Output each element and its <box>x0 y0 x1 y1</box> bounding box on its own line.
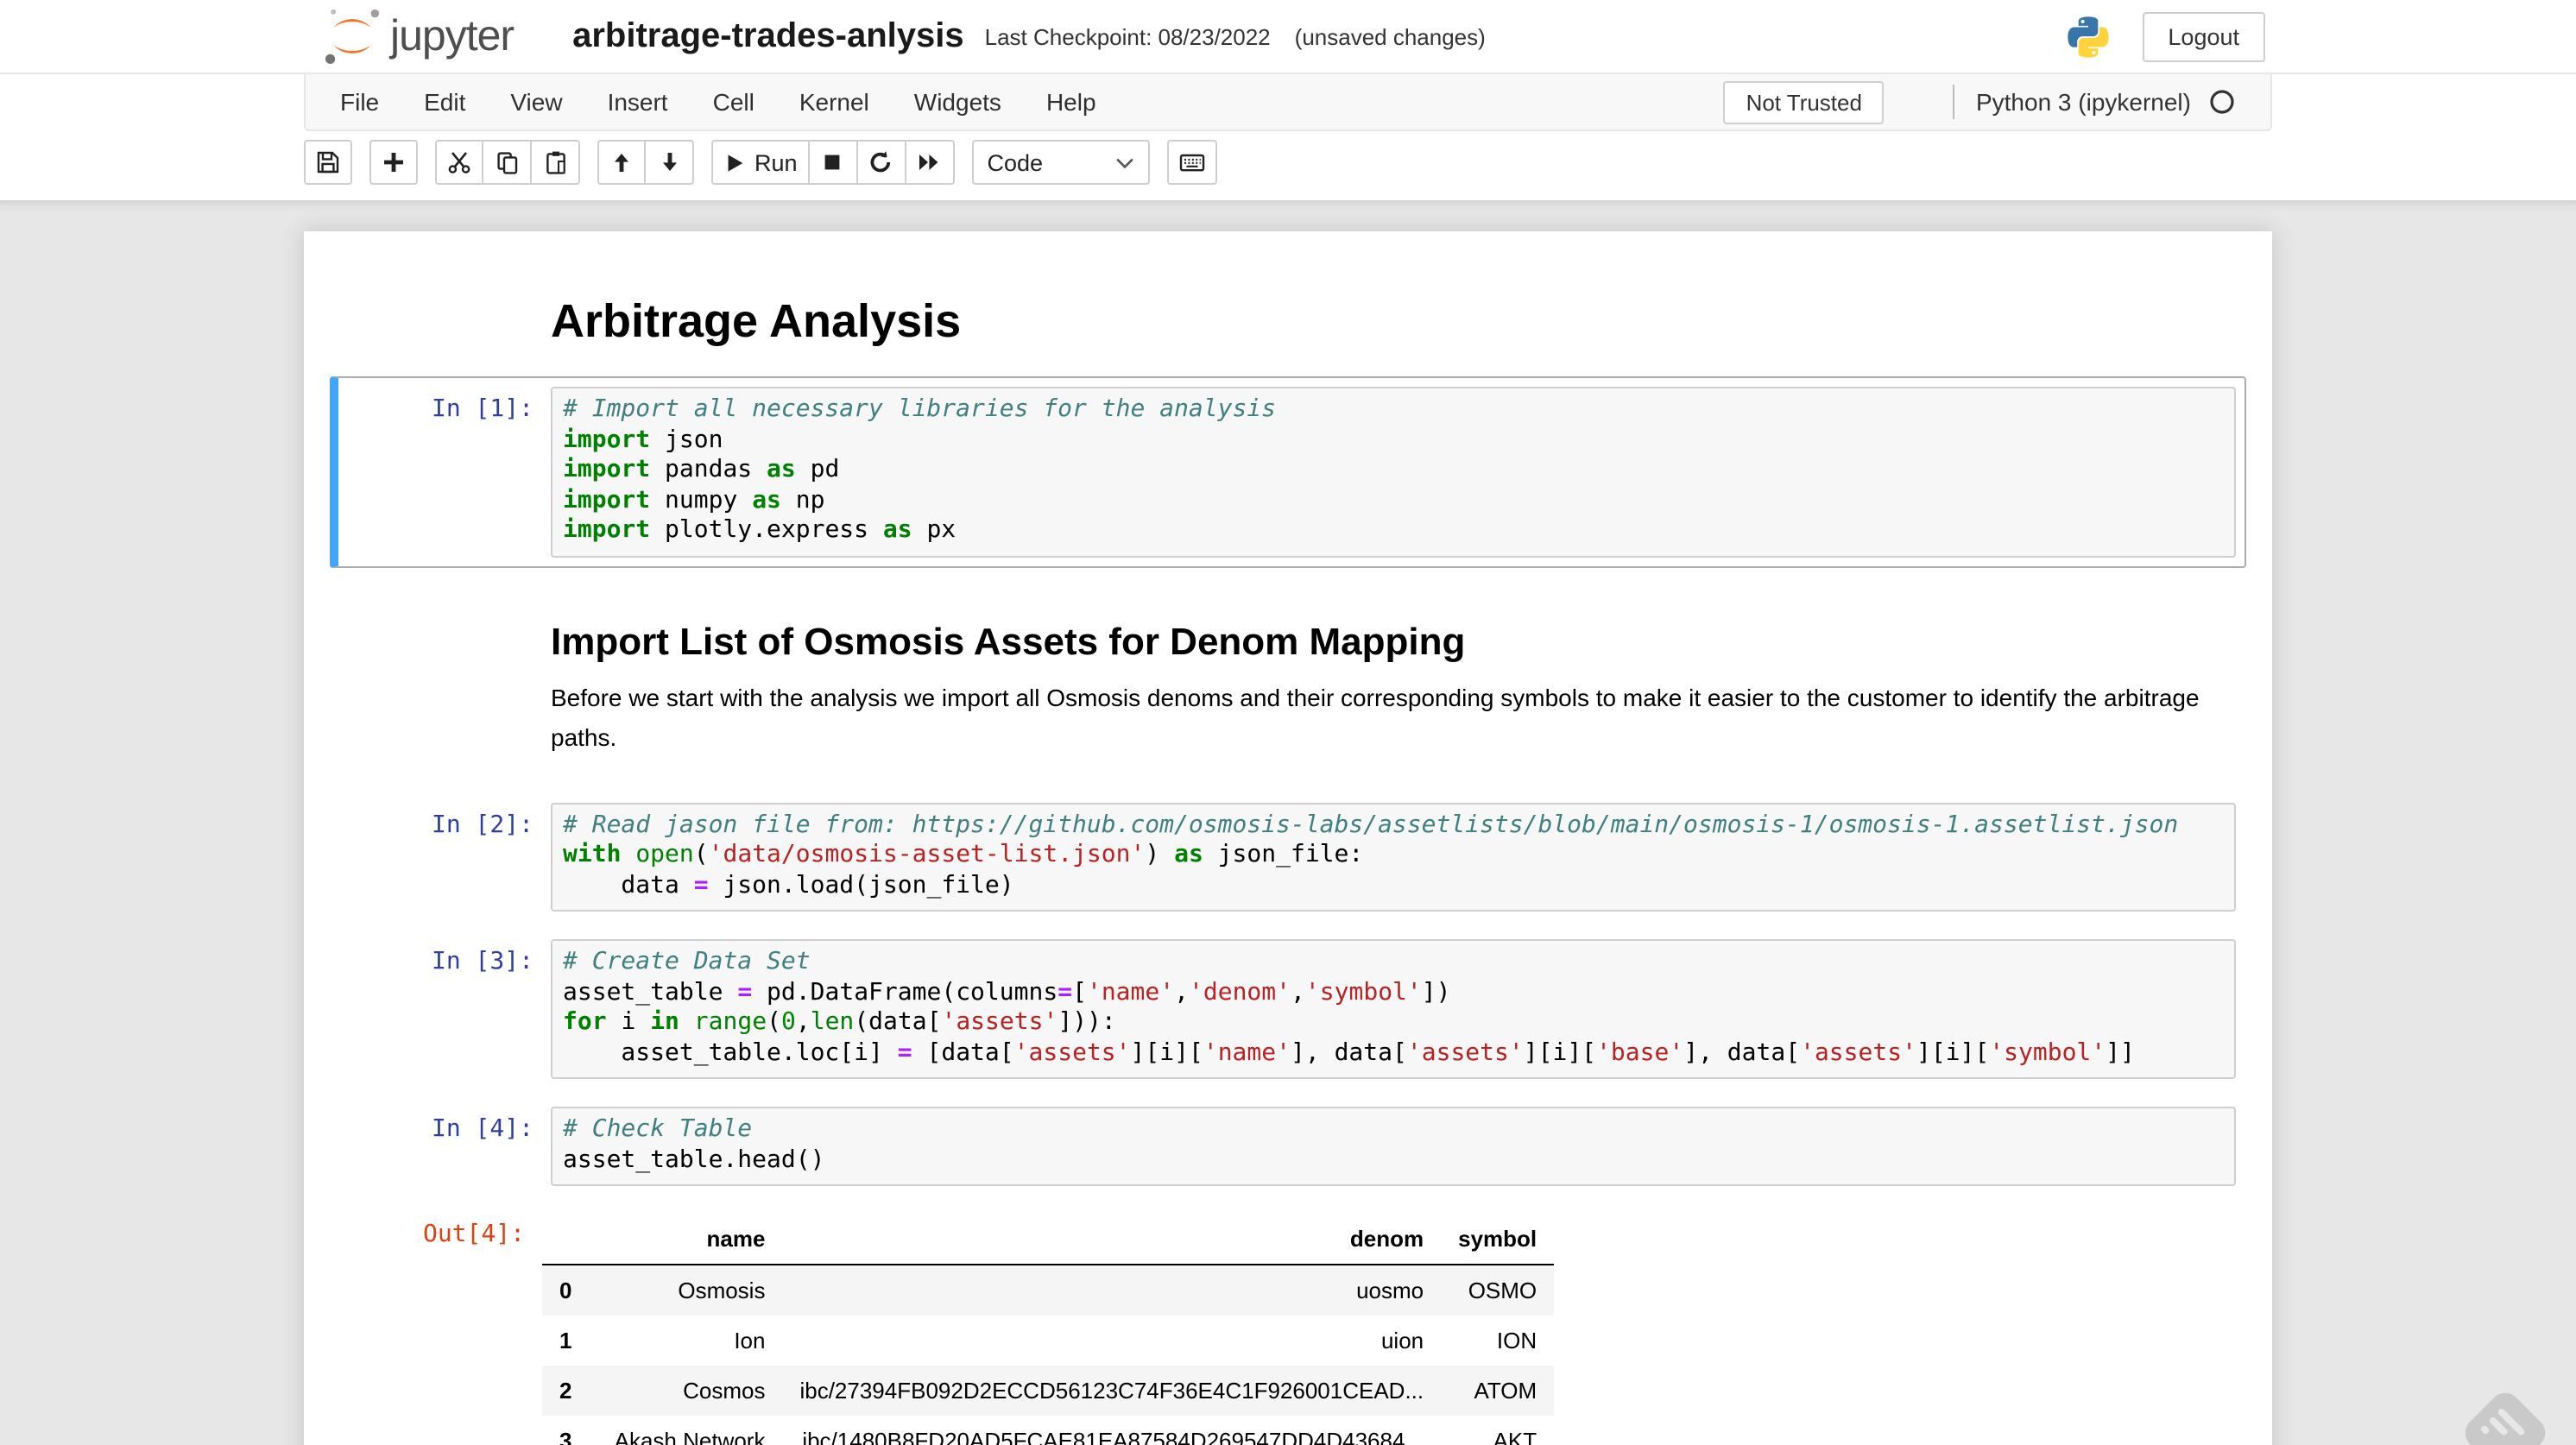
run-button-label: Run <box>754 149 798 175</box>
output-prompt-4: Out[4]: <box>338 1212 542 1445</box>
notebook-container: Arbitrage Analysis In [1]: # Import all … <box>304 231 2272 1445</box>
code-cell-4[interactable]: In [4]: # Check Tableasset_table.head() <box>330 1096 2246 1196</box>
checkpoint-status: Last Checkpoint: 08/23/2022 <box>985 23 1271 49</box>
empty-prompt <box>347 584 551 774</box>
move-cell-down-button[interactable] <box>646 140 694 185</box>
menu-edit[interactable]: Edit <box>401 75 488 129</box>
section-heading: Import List of Osmosis Assets for Denom … <box>551 619 2236 664</box>
menu-kernel[interactable]: Kernel <box>777 75 892 129</box>
input-prompt-4: In [4]: <box>347 1107 551 1186</box>
notebook-heading: Arbitrage Analysis <box>551 295 2236 349</box>
empty-prompt <box>347 268 551 359</box>
top-band: jupyter arbitrage-trades-anlysis Last Ch… <box>0 0 2576 200</box>
restart-run-all-icon <box>918 150 942 174</box>
move-cell-up-button[interactable] <box>597 140 646 185</box>
jupyter-logo-icon <box>318 2 387 71</box>
menu-widgets[interactable]: Widgets <box>892 75 1024 129</box>
code-cell-1[interactable]: In [1]: # Import all necessary libraries… <box>330 376 2246 567</box>
dataframe-table: namedenomsymbol0OsmosisuosmoOSMO1Ionuion… <box>542 1214 1554 1445</box>
code-editor-2[interactable]: # Read jason file from: https://github.c… <box>551 802 2236 912</box>
cut-icon <box>447 150 471 174</box>
logout-button[interactable]: Logout <box>2142 11 2265 61</box>
table-row: 0OsmosisuosmoOSMO <box>542 1265 1554 1316</box>
run-button[interactable]: Run <box>711 140 810 185</box>
code-cell-2[interactable]: In [2]: # Read jason file from: https://… <box>330 792 2246 922</box>
jupyter-logo[interactable]: jupyter <box>318 2 514 71</box>
input-prompt-2: In [2]: <box>347 802 551 912</box>
toolbar: Run <box>304 131 2272 200</box>
cell-type-chevron-icon <box>1115 156 1134 168</box>
paste-icon <box>543 150 567 174</box>
cut-cell-button[interactable] <box>435 140 483 185</box>
table-row: 3Akash Networkibc/1480B8FD20AD5FCAE81EA8… <box>542 1416 1554 1445</box>
command-palette-keyboard-icon <box>1179 150 1205 174</box>
menu-view[interactable]: View <box>488 75 584 129</box>
header: jupyter arbitrage-trades-anlysis Last Ch… <box>0 0 2576 74</box>
cell-type-select[interactable]: Code <box>972 140 1150 185</box>
output-cell-4: Out[4]: namedenomsymbol0OsmosisuosmoOSMO… <box>330 1203 2246 1445</box>
menu-help[interactable]: Help <box>1024 75 1119 129</box>
code-editor-4[interactable]: # Check Tableasset_table.head() <box>551 1107 2236 1186</box>
save-button[interactable] <box>304 140 352 185</box>
move-down-icon <box>657 150 681 174</box>
input-prompt-3: In [3]: <box>347 939 551 1079</box>
move-button-group <box>597 140 694 185</box>
menu-file[interactable]: File <box>340 75 401 129</box>
python-logo-icon <box>2064 13 2111 60</box>
menu-insert[interactable]: Insert <box>585 75 691 129</box>
restart-kernel-button[interactable] <box>858 140 906 185</box>
not-trusted-button[interactable]: Not Trusted <box>1724 80 1885 123</box>
workspace: Arbitrage Analysis In [1]: # Import all … <box>0 200 2576 1445</box>
table-row: 1IonuionION <box>542 1316 1554 1366</box>
output-area: namedenomsymbol0OsmosisuosmoOSMO1Ionuion… <box>542 1212 2238 1445</box>
notebook-title[interactable]: arbitrage-trades-anlysis <box>572 16 964 56</box>
jupyter-notebook-app: jupyter arbitrage-trades-anlysis Last Ch… <box>0 0 2576 1445</box>
run-icon <box>723 151 746 174</box>
markdown-cell-section[interactable]: Import List of Osmosis Assets for Denom … <box>330 574 2246 785</box>
jupyter-logo-text: jupyter <box>390 11 514 61</box>
menu-cell[interactable]: Cell <box>691 75 777 129</box>
cell-type-value: Code <box>988 149 1044 175</box>
interrupt-kernel-button[interactable] <box>810 140 858 185</box>
kernel-name: Python 3 (ipykernel) <box>1976 88 2191 116</box>
table-row: 2Cosmosibc/27394FB092D2ECCD56123C74F36E4… <box>542 1366 1554 1416</box>
save-icon <box>316 150 340 174</box>
kernel-separator <box>1954 85 1955 119</box>
restart-run-all-button[interactable] <box>906 140 955 185</box>
menu-right: Not Trusted Python 3 (ipykernel) <box>1724 80 2236 123</box>
code-editor-1[interactable]: # Import all necessary libraries for the… <box>551 387 2236 557</box>
header-right: Logout <box>2064 11 2265 61</box>
stop-icon <box>821 150 845 174</box>
command-palette-button[interactable] <box>1167 140 1217 185</box>
paste-cell-button[interactable] <box>532 140 580 185</box>
restart-kernel-icon <box>869 150 893 174</box>
add-cell-button[interactable] <box>369 140 418 185</box>
code-editor-3[interactable]: # Create Data Setasset_table = pd.DataFr… <box>551 939 2236 1079</box>
input-prompt-1: In [1]: <box>347 387 551 557</box>
section-paragraph: Before we start with the analysis we imp… <box>551 678 2236 757</box>
edit-button-group <box>435 140 580 185</box>
markdown-cell-title[interactable]: Arbitrage Analysis <box>330 257 2246 369</box>
unsaved-changes-status: (unsaved changes) <box>1295 23 1486 49</box>
menu-bar: File Edit View Insert Cell Kernel Widget… <box>304 74 2272 131</box>
kernel-idle-circle-icon <box>2208 88 2236 116</box>
code-cell-3[interactable]: In [3]: # Create Data Setasset_table = p… <box>330 929 2246 1089</box>
move-up-icon <box>609 150 634 174</box>
run-button-group: Run <box>711 140 955 185</box>
copy-icon <box>495 150 519 174</box>
copy-cell-button[interactable] <box>483 140 532 185</box>
add-cell-icon <box>382 150 406 174</box>
